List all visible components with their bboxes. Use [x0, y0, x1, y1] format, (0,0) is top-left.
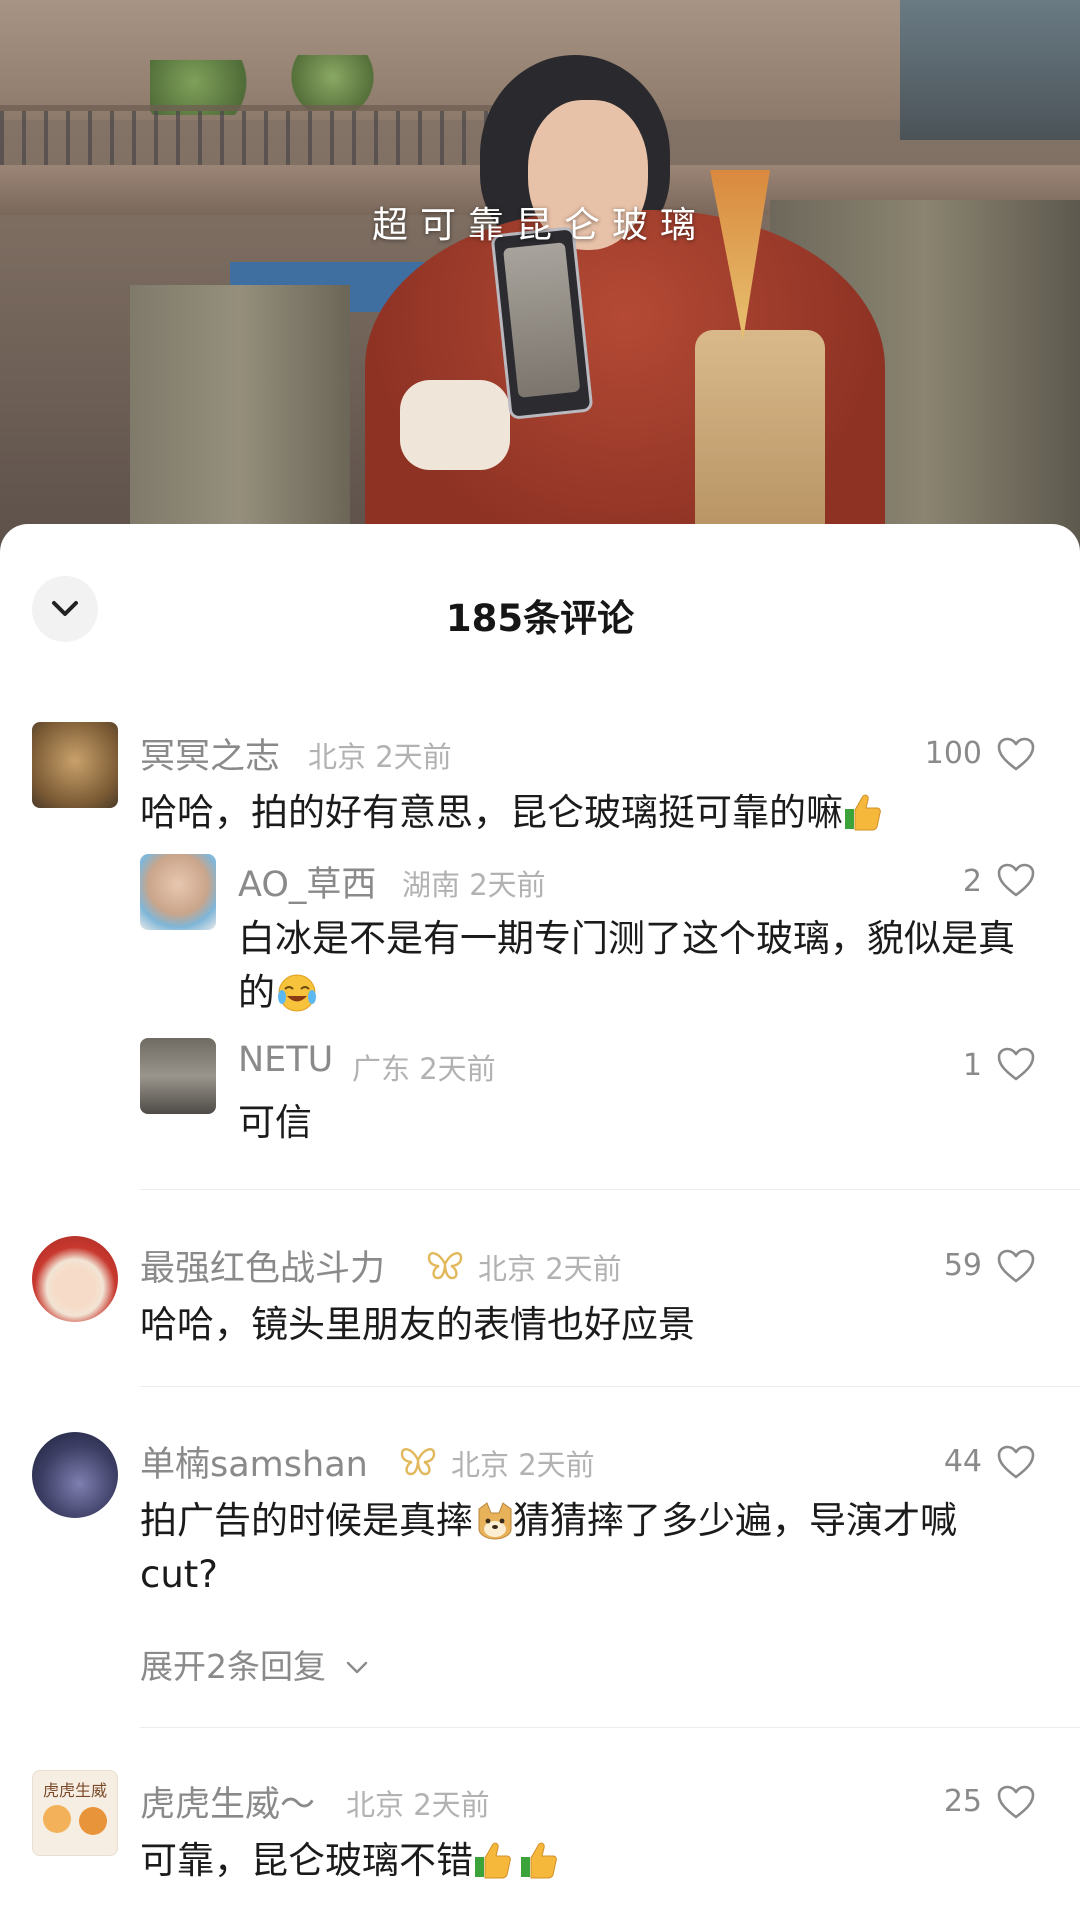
comment-location: 北京 — [478, 1252, 537, 1286]
reply-text: 白冰是不是有一期专门测了这个玻璃，貌似是真 的 — [238, 912, 1038, 1020]
avatar[interactable] — [32, 722, 118, 808]
reply-text-line: 白冰是不是有一期专门测了这个玻璃，貌似是真 — [238, 917, 1015, 960]
comment-count-title: 185条评论 — [445, 597, 635, 640]
reply-text-line: 的 — [238, 966, 1038, 1020]
comment-username[interactable]: 冥冥之志 — [140, 728, 280, 779]
heart-outline-icon[interactable] — [996, 1248, 1036, 1284]
comment-time: 2天前 — [518, 1448, 595, 1482]
avatar[interactable] — [32, 1432, 118, 1518]
reply-meta: 广东 2天前 — [352, 1046, 496, 1088]
avatar[interactable] — [32, 1236, 118, 1322]
comment-time: 2天前 — [375, 740, 452, 774]
expand-replies-label: 展开2条回复 — [140, 1647, 326, 1686]
reply-username[interactable]: NETU — [238, 1040, 333, 1080]
avatar[interactable]: 虎虎生威 — [32, 1770, 118, 1856]
comment-divider — [140, 1386, 1080, 1387]
chevron-down-icon — [346, 1661, 367, 1674]
like-count: 2 — [962, 864, 982, 899]
video-player[interactable]: 超可靠昆仑玻璃 — [0, 0, 1080, 560]
expand-replies-button[interactable]: 展开2条回复 — [140, 1640, 369, 1688]
comment-username[interactable]: 单楠samshan — [140, 1436, 368, 1487]
thumbs-up-icon — [473, 1839, 513, 1881]
comment-username[interactable]: 虎虎生威～ — [140, 1776, 315, 1827]
thumbs-up-icon — [843, 791, 883, 833]
thumbs-up-icon — [519, 1839, 559, 1881]
comment-time: 2天前 — [545, 1252, 622, 1286]
reply-location: 湖南 — [402, 868, 461, 902]
reply-text: 可信 — [238, 1101, 312, 1144]
reply-time: 2天前 — [419, 1052, 496, 1086]
comment-meta: 北京 2天前 — [346, 1782, 490, 1824]
video-background — [130, 285, 350, 560]
heart-outline-icon[interactable] — [996, 1444, 1036, 1480]
avatar[interactable] — [140, 854, 216, 930]
like-count: 100 — [924, 736, 982, 771]
like-count: 44 — [943, 1444, 982, 1479]
reply-time: 2天前 — [469, 868, 546, 902]
heart-outline-icon[interactable] — [996, 862, 1036, 898]
comment-divider — [140, 1189, 1080, 1190]
reply-location: 广东 — [352, 1052, 411, 1086]
comment-text-body: 可靠，昆仑玻璃不错 — [140, 1839, 473, 1882]
video-caption: 超可靠昆仑玻璃 — [371, 205, 708, 246]
comment-text: 哈哈，镜头里朋友的表情也好应景 — [140, 1303, 695, 1346]
comment-divider — [140, 1727, 1080, 1728]
comment-text-body: 哈哈，拍的好有意思，昆仑玻璃挺可靠的嘛 — [140, 791, 843, 834]
comment-text-body: 拍广告的时候是真摔 — [140, 1499, 473, 1542]
comment-location: 北京 — [451, 1448, 510, 1482]
comment-text-line: cut? — [140, 1553, 218, 1596]
like-count: 59 — [943, 1248, 982, 1283]
heart-outline-icon[interactable] — [996, 1784, 1036, 1820]
video-background — [900, 0, 1080, 140]
comment-meta: 北京 2天前 — [308, 734, 452, 776]
comment-text-line: 拍广告的时候是真摔 猜猜摔了多少遍，导演才喊 — [140, 1494, 1020, 1548]
comment-text: 拍广告的时候是真摔 猜猜摔了多少遍，导演才喊 cut? — [140, 1494, 1020, 1602]
butterfly-badge-icon — [427, 1252, 463, 1280]
avatar-illustration — [43, 1805, 71, 1833]
comment-text-body: 猜猜摔了多少遍，导演才喊 — [513, 1499, 957, 1542]
video-background — [0, 105, 560, 171]
reply-username[interactable]: AO_草西 — [238, 856, 376, 907]
doge-emoji-icon — [473, 1499, 513, 1541]
video-person — [400, 380, 510, 470]
reply-text-body: 的 — [238, 971, 275, 1014]
video-background — [285, 55, 380, 110]
comment-username[interactable]: 最强红色战斗力 — [140, 1240, 385, 1291]
avatar[interactable] — [140, 1038, 216, 1114]
heart-outline-icon[interactable] — [996, 1046, 1036, 1082]
avatar-text: 虎虎生威 — [42, 1781, 107, 1800]
comment-meta: 北京 2天前 — [478, 1246, 622, 1288]
like-count: 25 — [943, 1784, 982, 1819]
video-prop — [503, 242, 581, 398]
laughing-tears-emoji-icon — [275, 971, 316, 1013]
heart-outline-icon[interactable] — [996, 736, 1036, 772]
reply-meta: 湖南 2天前 — [402, 862, 546, 904]
comment-time: 2天前 — [413, 1788, 490, 1822]
comment-text: 哈哈，拍的好有意思，昆仑玻璃挺可靠的嘛 — [140, 786, 1020, 840]
comment-text: 可靠，昆仑玻璃不错 — [140, 1834, 559, 1888]
comment-meta: 北京 2天前 — [451, 1442, 595, 1484]
like-count: 1 — [962, 1048, 982, 1083]
butterfly-badge-icon — [400, 1448, 436, 1476]
avatar-illustration — [79, 1807, 107, 1835]
comment-location: 北京 — [308, 740, 367, 774]
comment-location: 北京 — [346, 1788, 405, 1822]
